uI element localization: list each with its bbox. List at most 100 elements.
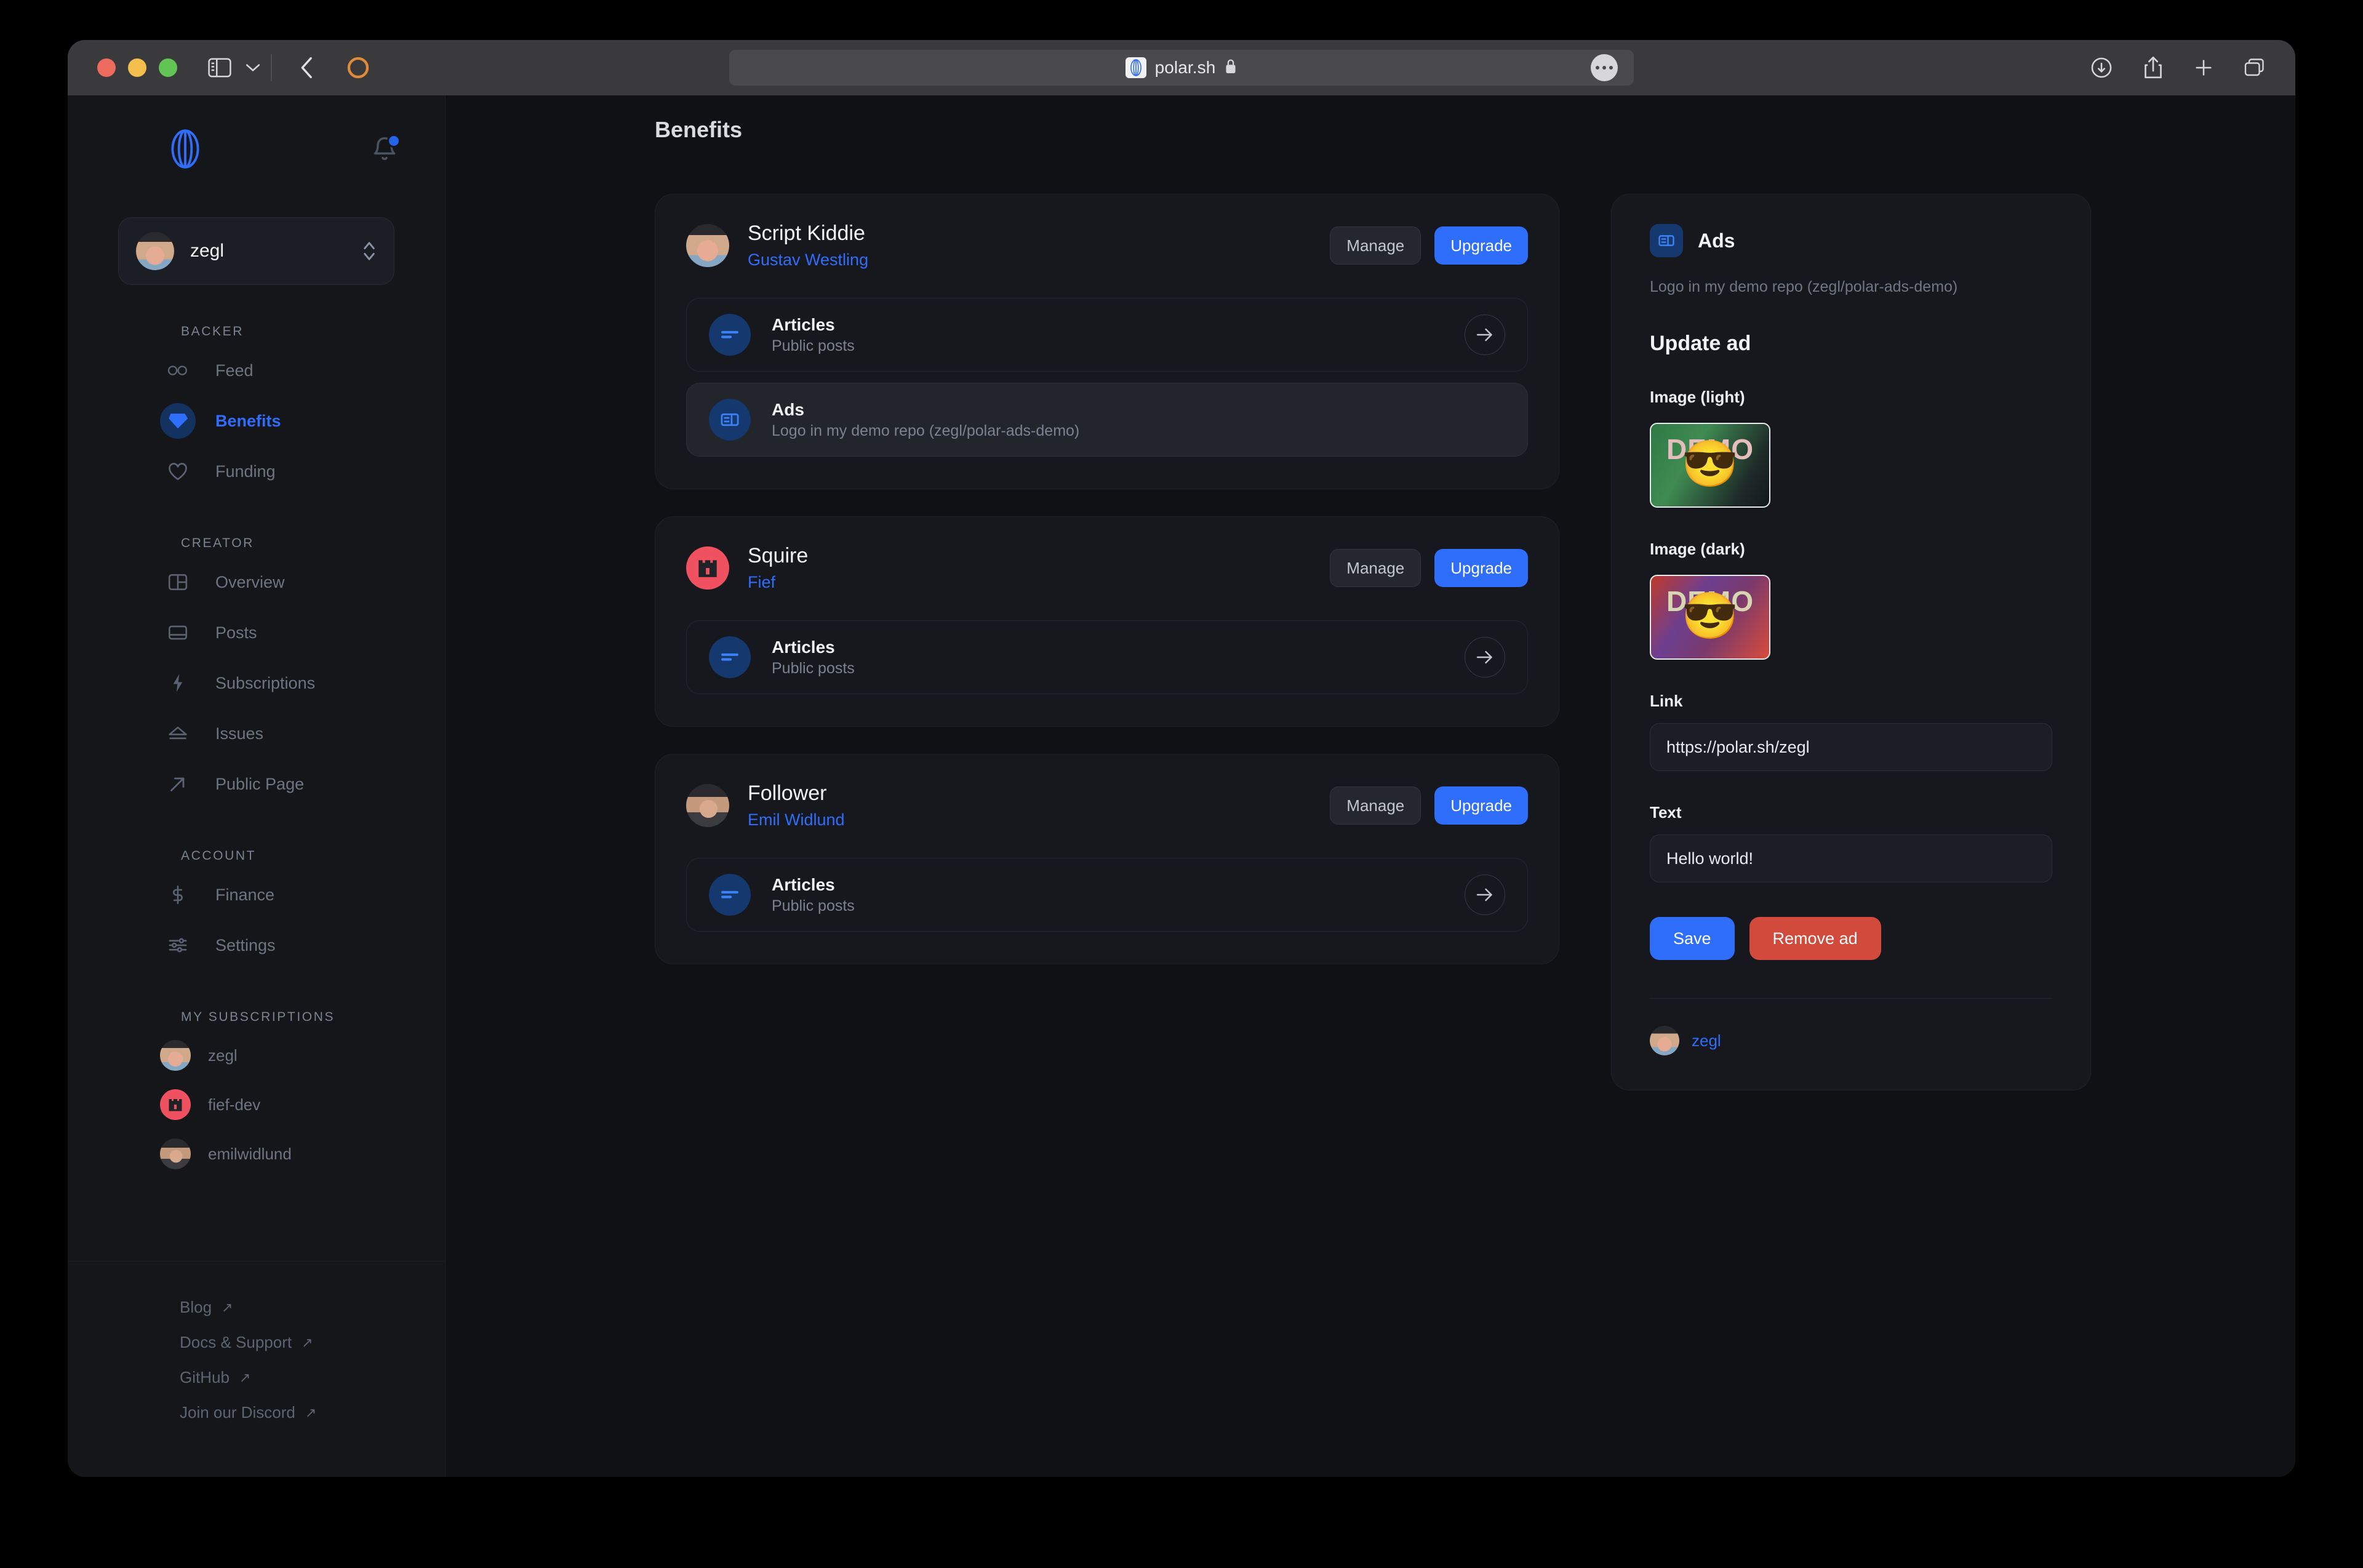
chevron-down-icon[interactable]	[245, 62, 261, 73]
tier-name: Script Kiddie	[748, 222, 865, 245]
footer-link-label: GitHub	[180, 1368, 230, 1386]
sidebar-section-label-account: ACCOUNT	[181, 849, 257, 863]
layout-icon	[160, 564, 196, 600]
footer-link-github[interactable]: GitHub ↗	[68, 1360, 445, 1395]
avatar	[686, 784, 729, 827]
address-bar[interactable]: polar.sh	[729, 50, 1634, 86]
text-input[interactable]	[1650, 834, 2052, 882]
footer-link-discord[interactable]: Join our Discord ↗	[68, 1395, 445, 1430]
sidebar-item-public-page[interactable]: Public Page	[68, 759, 445, 809]
arrow-right-icon[interactable]	[1465, 637, 1505, 678]
window-controls[interactable]	[97, 58, 177, 77]
panel-subtitle: Logo in my demo repo (zegl/polar-ads-dem…	[1650, 278, 1958, 295]
sidebar-item-finance[interactable]: Finance	[68, 870, 445, 920]
sunglasses-emoji-icon: 😎	[1681, 438, 1739, 489]
manage-button[interactable]: Manage	[1330, 549, 1421, 587]
external-link-icon: ↗	[222, 1299, 233, 1315]
remove-ad-button[interactable]: Remove ad	[1749, 917, 1881, 960]
arrow-right-icon[interactable]	[1465, 314, 1505, 355]
panel-title: Ads	[1698, 229, 1735, 252]
sidebar-item-benefits[interactable]: Benefits	[68, 396, 445, 446]
benefit-title: Articles	[772, 637, 835, 657]
sidebar-item-label: Overview	[215, 572, 285, 591]
image-dark-preview[interactable]: DEMO 😎	[1650, 575, 1770, 660]
sidebar-subscription-zegl[interactable]: zegl	[68, 1031, 445, 1080]
link-input[interactable]	[1650, 723, 2052, 771]
panel-footer-user-link[interactable]: zegl	[1692, 1031, 1721, 1050]
sidebar-item-label: Issues	[215, 724, 264, 743]
sidebar-subscription-fief-dev[interactable]: fief-dev	[68, 1080, 445, 1129]
card-header: Squire Fief Manage Upgrade	[686, 544, 1528, 592]
plus-icon[interactable]	[2193, 57, 2214, 78]
sidebar-item-label: Public Page	[215, 774, 305, 793]
back-arrow-icon[interactable]	[299, 55, 315, 80]
upgrade-button[interactable]: Upgrade	[1434, 226, 1528, 265]
more-options-icon[interactable]	[1591, 54, 1618, 81]
sidebar-item-posts[interactable]: Posts	[68, 607, 445, 658]
benefit-row[interactable]: Articles Public posts	[686, 298, 1528, 372]
sidebar-item-settings[interactable]: Settings	[68, 920, 445, 970]
save-button[interactable]: Save	[1650, 917, 1735, 960]
reload-icon[interactable]	[346, 55, 370, 80]
maximize-window-button[interactable]	[159, 58, 177, 77]
footer-link-blog[interactable]: Blog ↗	[68, 1290, 445, 1325]
articles-icon	[709, 874, 751, 916]
share-icon[interactable]	[2143, 55, 2164, 80]
footer-link-label: Join our Discord	[180, 1403, 295, 1422]
benefit-subtitle: Public posts	[772, 337, 855, 354]
creator-name[interactable]: Fief	[748, 573, 808, 592]
sidebar-item-label: Posts	[215, 623, 257, 642]
image-light-label: Image (light)	[1650, 388, 1745, 406]
sidebar-item-issues[interactable]: Issues	[68, 708, 445, 759]
sidebar-item-overview[interactable]: Overview	[68, 557, 445, 607]
page-header: Benefits	[446, 95, 2295, 164]
ads-icon	[709, 399, 751, 441]
sidebar-toggle-icon[interactable]	[208, 58, 231, 78]
benefit-card: Script Kiddie Gustav Westling Manage Upg…	[655, 194, 1559, 489]
creator-name[interactable]: Gustav Westling	[748, 250, 868, 270]
polar-logo[interactable]	[166, 129, 204, 169]
external-link-icon: ↗	[302, 1334, 313, 1350]
sidebar-section-label-creator: CREATOR	[181, 536, 254, 550]
close-window-button[interactable]	[97, 58, 116, 77]
content-area: Script Kiddie Gustav Westling Manage Upg…	[446, 164, 2295, 1477]
external-link-icon: ↗	[239, 1369, 251, 1385]
sidebar-item-feed[interactable]: Feed	[68, 345, 445, 396]
lock-icon	[1224, 58, 1237, 78]
tier-name: Follower	[748, 782, 827, 805]
avatar	[160, 1089, 191, 1120]
benefit-row[interactable]: Ads Logo in my demo repo (zegl/polar-ads…	[686, 383, 1528, 457]
sidebar-item-subscriptions[interactable]: Subscriptions	[68, 658, 445, 708]
manage-button[interactable]: Manage	[1330, 226, 1421, 265]
notifications-button[interactable]	[369, 133, 401, 165]
benefit-row[interactable]: Articles Public posts	[686, 858, 1528, 932]
image-light-preview[interactable]: DEMO 😎	[1650, 423, 1770, 508]
footer-link-docs-support[interactable]: Docs & Support ↗	[68, 1325, 445, 1360]
url-host: polar.sh	[1154, 58, 1216, 77]
subscription-label: zegl	[208, 1046, 238, 1065]
benefit-list: Articles Public posts	[686, 298, 1528, 457]
creator-name[interactable]: Emil Widlund	[748, 810, 845, 830]
card-header: Script Kiddie Gustav Westling Manage Upg…	[686, 222, 1528, 270]
benefit-card: Follower Emil Widlund Manage Upgrade Art…	[655, 754, 1559, 964]
benefit-row[interactable]: Articles Public posts	[686, 620, 1528, 694]
profile-switcher[interactable]: zegl	[118, 217, 394, 285]
sunglasses-emoji-icon: 😎	[1681, 590, 1739, 641]
subscription-label: fief-dev	[208, 1095, 261, 1114]
avatar	[686, 224, 729, 267]
sidebar-subscription-emilwidlund[interactable]: emilwidlund	[68, 1129, 445, 1178]
panel-header: Ads	[1650, 224, 2052, 257]
sidebar-item-funding[interactable]: Funding	[68, 446, 445, 497]
app-root: zegl BACKER Feed Benefits Funding CREATO…	[68, 95, 2295, 1477]
downloads-icon[interactable]	[2090, 56, 2113, 79]
minimize-window-button[interactable]	[128, 58, 146, 77]
toolbar-divider	[271, 54, 272, 81]
upgrade-button[interactable]: Upgrade	[1434, 786, 1528, 825]
sidebar-section-label-subscriptions: MY SUBSCRIPTIONS	[181, 1010, 335, 1024]
manage-button[interactable]: Manage	[1330, 786, 1421, 825]
tab-overview-icon[interactable]	[2244, 57, 2266, 78]
heart-icon	[160, 454, 196, 489]
panel-actions: Save Remove ad	[1650, 917, 2052, 960]
arrow-right-icon[interactable]	[1465, 874, 1505, 915]
upgrade-button[interactable]: Upgrade	[1434, 549, 1528, 587]
